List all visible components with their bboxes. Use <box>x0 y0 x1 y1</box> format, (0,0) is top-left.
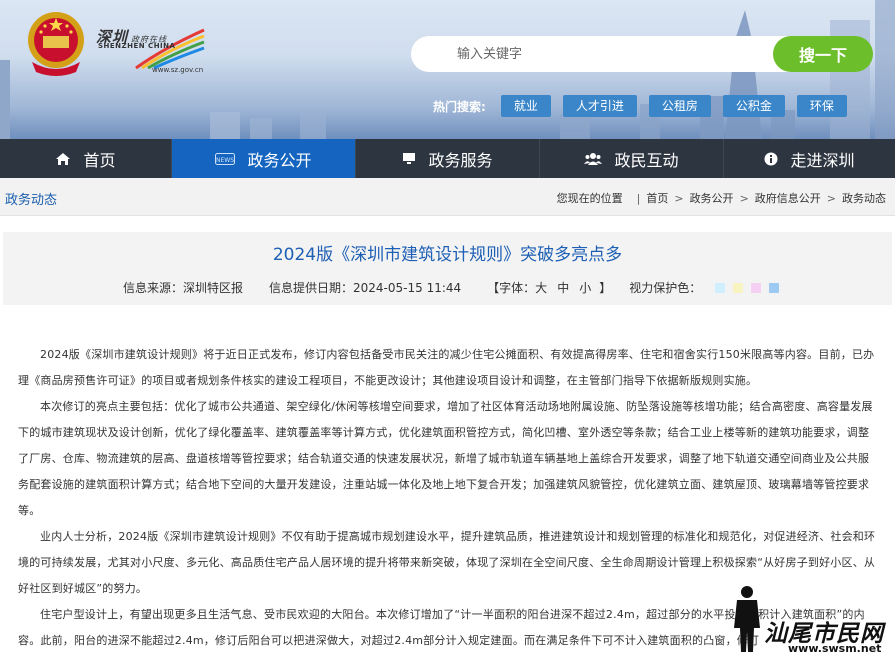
nav-item-home[interactable]: 首页 <box>0 139 172 178</box>
font-size-large[interactable]: 大 <box>535 281 547 295</box>
eye-color-swatch-pink[interactable] <box>751 282 762 293</box>
eye-color-swatch-blue[interactable] <box>715 282 726 293</box>
search-input[interactable] <box>411 36 791 72</box>
users-icon <box>584 153 603 165</box>
nav-label-government-services: 政务服务 <box>428 150 493 170</box>
person-silhouette-icon <box>734 586 760 652</box>
hot-search-bar: 热门搜索: 就业 人才引进 公租房 公积金 环保 <box>433 94 859 118</box>
site-header: 深圳政府在线 SHENZHEN CHINA www.sz.gov.cn 搜一下 … <box>0 0 895 139</box>
svg-text:NEWS: NEWS <box>216 157 234 164</box>
search-bar: 搜一下 <box>411 36 873 72</box>
breadcrumb-separator: > <box>826 191 836 205</box>
breadcrumb: 您现在的位置 | 首页 > 政务公开 > 政府信息公开 > 政务动态 <box>557 190 886 206</box>
nav-label-about-shenzhen: 走进深圳 <box>790 150 855 170</box>
national-emblem-logo <box>28 12 84 76</box>
font-size-label: 【字体： <box>487 281 536 295</box>
article-title: 2024版《深圳市建筑设计规则》突破多亮点多 <box>272 245 623 265</box>
hot-search-label: 热门搜索: <box>433 99 486 114</box>
shenzhen-government-logo[interactable]: 深圳 政府在线 SHENZHEN CHINA www.sz.gov.cn <box>94 22 209 78</box>
nav-item-public-interaction[interactable]: 政民互动 <box>540 139 724 178</box>
location-label: 您现在的位置 <box>556 192 623 205</box>
site-watermark: 汕尾市民网 www.swsm.net <box>730 584 895 656</box>
font-size-selector: 【字体：大中小】 <box>487 279 611 296</box>
article-header: 2024版《深圳市建筑设计规则》突破多亮点多 信息来源：深圳特区报 信息提供日期… <box>3 232 892 305</box>
logo-url-text: www.sz.gov.cn <box>152 66 204 74</box>
nav-item-government-affairs[interactable]: NEWS 政务公开 <box>172 139 356 178</box>
hot-tag-jiuye[interactable]: 就业 <box>500 95 551 117</box>
breadcrumb-government-news[interactable]: 政务动态 <box>842 190 886 206</box>
hot-tag-huanbao[interactable]: 环保 <box>796 95 847 117</box>
main-nav: 首页 NEWS 政务公开 政务服务 政民互动 走进深圳 <box>0 139 895 178</box>
hot-tag-gongjijin[interactable]: 公积金 <box>722 95 785 117</box>
article-paragraph: 本次修订的亮点主要包括：优化了城市公共通道、架空绿化/休闲等核增空间要求，增加了… <box>18 400 873 517</box>
section-title[interactable]: 政务动态 <box>5 189 57 208</box>
font-size-medium[interactable]: 中 <box>557 281 569 295</box>
nav-item-about-shenzhen[interactable]: 走进深圳 <box>724 139 895 178</box>
nav-label-home: 首页 <box>83 150 116 170</box>
article-date: 信息提供日期：2024-05-15 11:44 <box>269 281 462 295</box>
search-button[interactable]: 搜一下 <box>773 36 873 72</box>
breadcrumb-separator: | <box>636 191 641 205</box>
breadcrumb-government-affairs[interactable]: 政务公开 <box>690 190 734 206</box>
nav-item-government-services[interactable]: 政务服务 <box>356 139 540 178</box>
article-meta: 信息来源：深圳特区报 信息提供日期：2024-05-15 11:44 【字体：大… <box>123 279 780 296</box>
article-source: 信息来源：深圳特区报 <box>123 281 244 295</box>
news-icon: NEWS <box>215 152 236 165</box>
hot-tag-gongzufang[interactable]: 公租房 <box>648 95 711 117</box>
article-paragraph: 2024版《深圳市建筑设计规则》将于近日正式发布，修订内容包括备受市民关注的减少… <box>18 348 875 387</box>
font-size-small[interactable]: 小 <box>579 281 591 295</box>
breadcrumb-bar: 政务动态 您现在的位置 | 首页 > 政务公开 > 政府信息公开 > 政务动态 <box>0 178 895 216</box>
eye-color-swatch-sky[interactable] <box>769 282 780 293</box>
nav-label-government-affairs: 政务公开 <box>247 150 312 170</box>
info-circle-icon <box>764 152 778 165</box>
nav-label-public-interaction: 政民互动 <box>614 150 679 170</box>
home-icon <box>56 152 71 165</box>
breadcrumb-separator: > <box>739 191 749 205</box>
watermark-url: www.swsm.net <box>788 642 882 655</box>
logo-en-text: SHENZHEN CHINA <box>98 42 176 50</box>
breadcrumb-separator: > <box>674 191 684 205</box>
monitor-icon <box>403 153 416 164</box>
breadcrumb-home[interactable]: 首页 <box>646 190 668 206</box>
eye-protection-label: 视力保护色： <box>629 281 702 295</box>
hot-tag-rencai[interactable]: 人才引进 <box>562 95 637 117</box>
font-size-close: 】 <box>599 281 612 295</box>
breadcrumb-info-disclosure[interactable]: 政府信息公开 <box>755 190 821 206</box>
eye-color-swatch-yellow[interactable] <box>733 282 744 293</box>
